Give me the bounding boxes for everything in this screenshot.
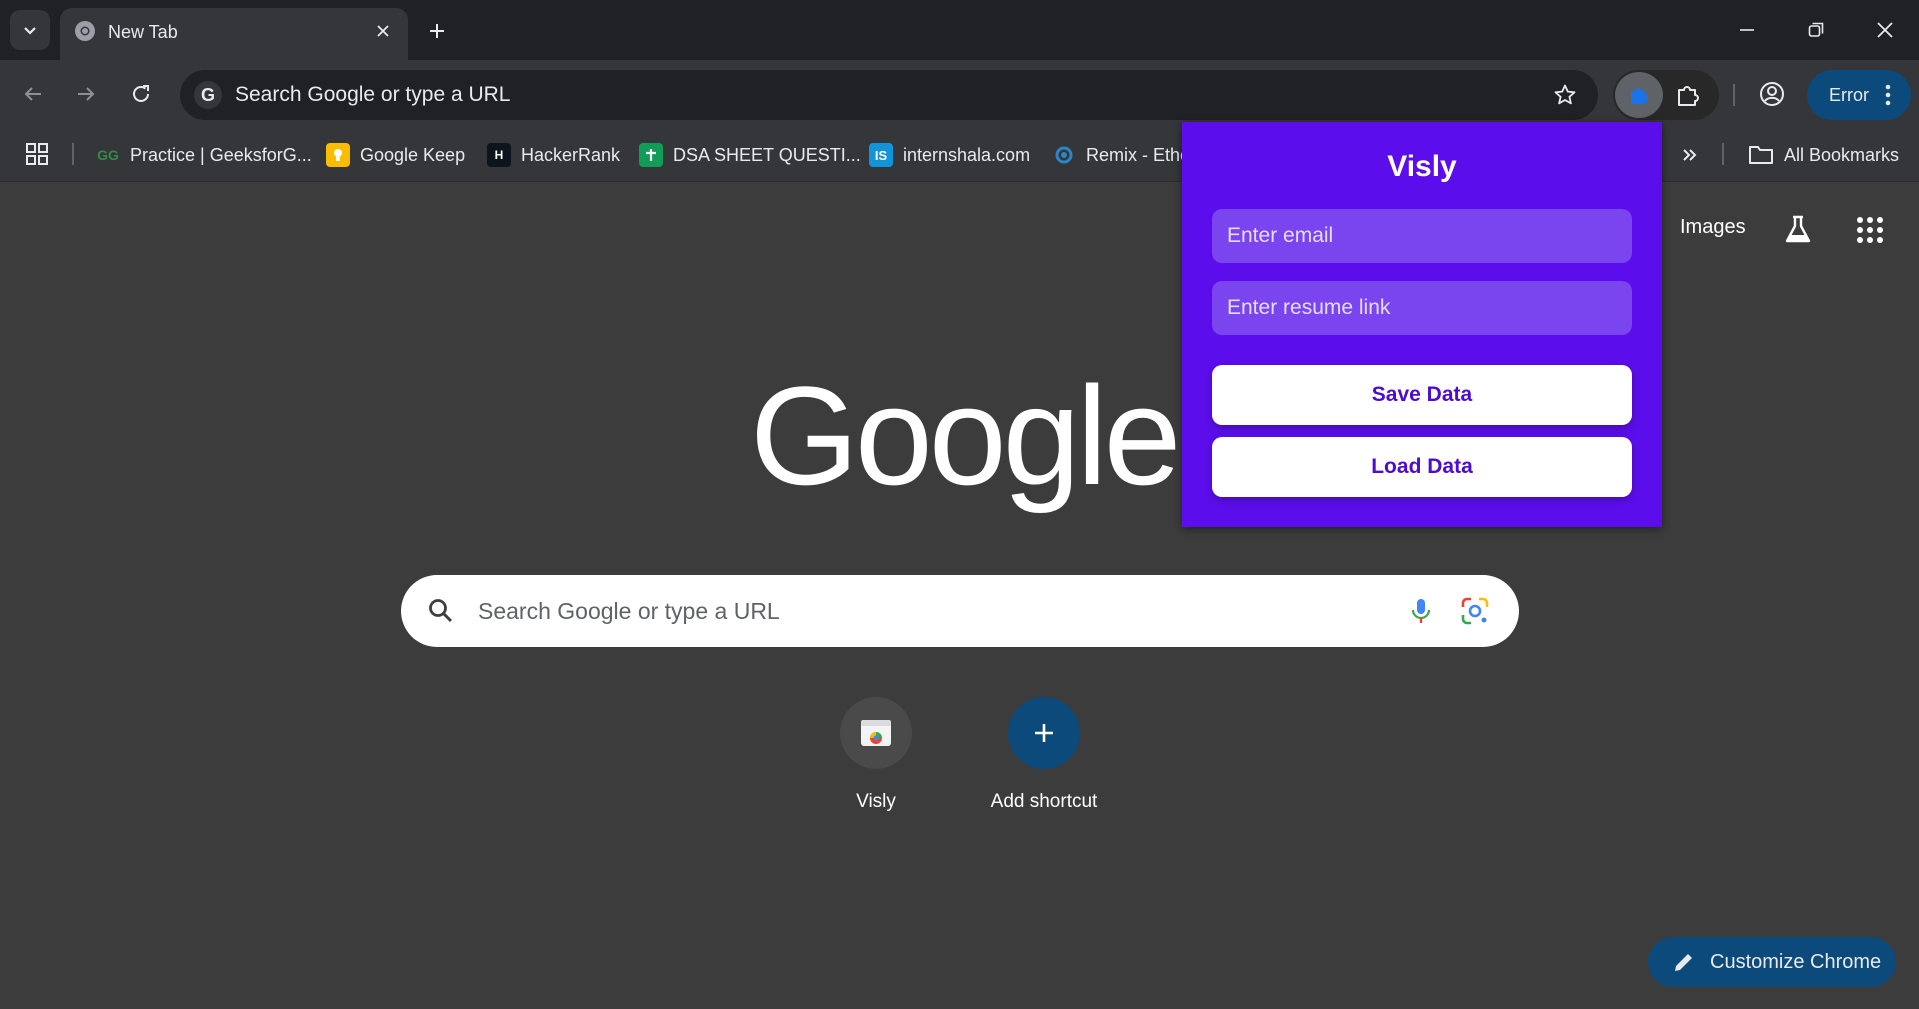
restore-icon — [1808, 22, 1824, 37]
chrome-icon — [75, 21, 95, 41]
toolbar-divider — [1733, 84, 1735, 106]
search-icon — [429, 599, 453, 623]
plus-icon — [430, 24, 444, 38]
bookmarks-overflow-button[interactable] — [1676, 141, 1704, 169]
pencil-icon — [1675, 954, 1692, 971]
bookmark-remix[interactable]: Remix - Ethe — [1052, 139, 1190, 171]
resume-link-input[interactable] — [1212, 281, 1632, 335]
new-tab-button[interactable] — [420, 14, 454, 48]
all-bookmarks-label: All Bookmarks — [1784, 144, 1900, 165]
bookmark-internshala[interactable]: IS internshala.com — [869, 139, 1030, 171]
back-button[interactable] — [13, 74, 53, 114]
bookmark-label: HackerRank — [521, 144, 621, 165]
puzzle-icon — [1631, 88, 1648, 104]
bookmark-google-keep[interactable]: Google Keep — [326, 139, 465, 171]
bookmark-star-button[interactable] — [1552, 82, 1578, 108]
remix-icon — [1052, 143, 1076, 167]
tab-strip: New Tab — [0, 0, 1919, 60]
omnibox[interactable]: G Search Google or type a URL — [180, 70, 1598, 120]
omnibox-text: Search Google or type a URL — [235, 83, 511, 106]
bookmark-label: internshala.com — [903, 144, 1031, 165]
load-data-button[interactable]: Load Data — [1212, 437, 1632, 497]
minimize-icon — [1740, 29, 1754, 31]
bookmarks-divider — [1722, 143, 1724, 165]
more-vertical-icon — [1885, 84, 1891, 106]
tab-title: New Tab — [108, 22, 178, 42]
labs-flask-icon[interactable] — [1782, 214, 1814, 246]
microphone-icon[interactable] — [1405, 595, 1437, 627]
google-g-icon: G — [194, 81, 222, 109]
apps-grid-icon[interactable] — [24, 141, 50, 167]
arrow-left-icon — [24, 87, 41, 101]
folder-icon — [1749, 146, 1773, 164]
toolbar: G Search Google or type a URL Error — [0, 60, 1919, 129]
reload-button[interactable] — [121, 74, 161, 114]
bookmark-label: DSA SHEET QUESTI... — [673, 144, 861, 165]
search-placeholder: Search Google or type a URL — [478, 598, 780, 624]
customize-chrome-label: Customize Chrome — [1710, 950, 1882, 973]
restore-button[interactable] — [1793, 10, 1839, 50]
tab-close-button[interactable] — [370, 18, 396, 44]
chevron-down-icon — [24, 27, 36, 35]
hackerrank-icon: H — [487, 143, 511, 167]
error-label: Error — [1829, 84, 1869, 105]
plus-icon — [1035, 724, 1053, 742]
save-data-button[interactable]: Save Data — [1212, 365, 1632, 425]
forward-button[interactable] — [66, 74, 106, 114]
reload-icon — [133, 85, 149, 102]
google-lens-icon[interactable] — [1459, 595, 1491, 627]
internshala-icon: IS — [869, 143, 893, 167]
arrow-right-icon — [78, 87, 95, 101]
customize-chrome-button[interactable]: Customize Chrome — [1648, 937, 1896, 987]
visly-extension-button[interactable] — [1615, 72, 1663, 118]
star-icon — [1554, 84, 1576, 105]
popup-title: Visly — [1387, 150, 1457, 183]
google-apps-icon[interactable] — [1854, 214, 1886, 246]
bookmark-dsa-sheet[interactable]: DSA SHEET QUESTI... — [639, 139, 861, 171]
shortcut-tile — [840, 697, 912, 769]
all-bookmarks-button[interactable]: All Bookmarks — [1748, 139, 1899, 171]
bookmark-label: Remix - Ethe — [1086, 144, 1191, 165]
google-sheets-icon — [639, 143, 663, 167]
close-icon — [377, 25, 389, 37]
close-window-button[interactable] — [1862, 10, 1908, 50]
email-input[interactable] — [1212, 209, 1632, 263]
extensions-menu-button[interactable] — [1671, 78, 1705, 112]
images-link[interactable]: Images — [1680, 216, 1746, 239]
add-shortcut-button[interactable]: Add shortcut — [974, 697, 1114, 813]
shortcut-label: Visly — [856, 791, 896, 812]
tab-search-button[interactable] — [10, 10, 50, 50]
visly-popup: Visly Save Data Load Data — [1182, 122, 1662, 527]
bookmark-hackerrank[interactable]: H HackerRank — [487, 139, 620, 171]
extensions-group — [1613, 70, 1719, 120]
shortcut-label: Add shortcut — [990, 791, 1098, 812]
google-logo: Google — [750, 357, 1181, 514]
shortcut-visly[interactable]: Visly — [806, 697, 946, 813]
google-keep-icon — [326, 143, 350, 167]
tab-new-tab[interactable]: New Tab — [60, 8, 408, 60]
bookmark-geeksforgeeks[interactable]: GG Practice | GeeksforG... — [96, 139, 312, 171]
puzzle-icon — [1678, 86, 1699, 106]
visly-favicon-icon — [861, 720, 891, 746]
error-menu-button[interactable]: Error — [1807, 70, 1911, 120]
minimize-button[interactable] — [1724, 10, 1770, 50]
account-icon — [1760, 82, 1784, 106]
profile-button[interactable] — [1752, 74, 1792, 114]
double-chevron-right-icon — [1683, 149, 1697, 161]
geeksforgeeks-icon: GG — [97, 147, 119, 163]
bookmark-label: Practice | GeeksforG... — [130, 144, 312, 165]
ntp-search-box[interactable]: Search Google or type a URL — [401, 575, 1519, 647]
shortcut-tile — [1008, 697, 1080, 769]
close-icon — [1877, 22, 1893, 38]
bookmarks-divider — [72, 143, 74, 165]
bookmark-label: Google Keep — [360, 144, 466, 165]
